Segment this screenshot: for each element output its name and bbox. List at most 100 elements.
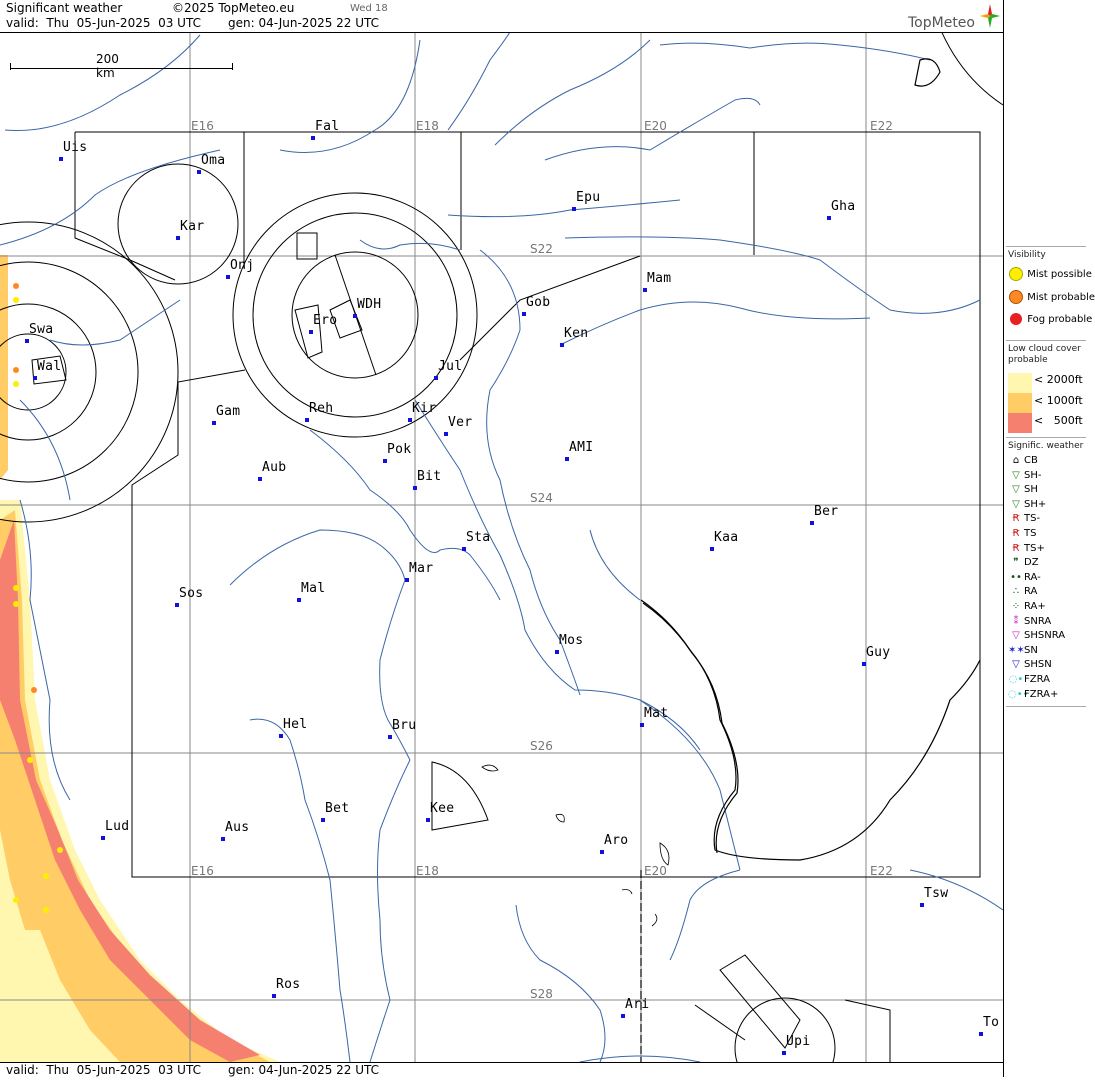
legend-label: TS+: [1024, 542, 1045, 554]
legend-separator: [1006, 706, 1086, 707]
lat-label-s24: S24: [530, 491, 553, 505]
legend-sh: ▽ SH: [1008, 484, 1038, 498]
map-footer: valid: Thu 05-Jun-2025 03 UTC gen: 04-Ju…: [0, 1062, 1003, 1078]
legend-label: FZRA+: [1024, 688, 1059, 700]
legend-ts: Ꞧ TS-: [1008, 513, 1041, 527]
lon-label-bottom-e16: E16: [191, 864, 214, 878]
legend-label: FZRA: [1024, 674, 1050, 685]
legend-ts: Ꞧ TS: [1008, 528, 1037, 542]
map-canvas: [0, 0, 1004, 1081]
lat-label-s28: S28: [530, 987, 553, 1001]
lat-label-s26: S26: [530, 739, 553, 753]
legend-label: RA+: [1024, 601, 1046, 612]
legend-label: SH: [1024, 484, 1038, 496]
cloud-cover-legend: < 2000ft < 1000ft < 500ft: [1008, 373, 1086, 433]
legend-label: RA-: [1024, 571, 1041, 583]
legend-label: SH+: [1024, 498, 1047, 510]
rivers: [0, 31, 1004, 1063]
legend-ra: ⁘ RA+: [1008, 601, 1046, 615]
fzra-icon: ◌••: [1008, 688, 1029, 700]
legend-sh: ▽ SH-: [1008, 470, 1041, 484]
legend-label: TS-: [1024, 513, 1041, 525]
legend-label: SNRA: [1024, 615, 1052, 627]
scale-label: 200 km: [96, 52, 119, 80]
lon-label-top-e16: E16: [191, 119, 214, 133]
sh-icon: ▽: [1012, 469, 1020, 481]
ra-icon: ∴: [1012, 586, 1020, 598]
legend-mist-probable: Mist probable: [1008, 290, 1095, 304]
legend-label: DZ: [1024, 557, 1039, 569]
sn-icon: ✶✶: [1008, 644, 1025, 656]
legend-label: CB: [1024, 455, 1038, 466]
cloud-500-swatch: [1008, 413, 1032, 433]
lon-label-top-e18: E18: [416, 119, 439, 133]
lat-lon-grid: [0, 32, 1003, 1062]
fog-probable-icon: [1010, 313, 1022, 325]
compass-logo-icon: [980, 4, 1000, 28]
lon-label-top-e20: E20: [644, 119, 667, 133]
cloud-1000-label: < 1000ft: [1034, 394, 1083, 407]
cb-icon: ⌂: [1012, 455, 1020, 466]
lon-label-top-e22: E22: [870, 119, 893, 133]
legend-label: SH-: [1024, 469, 1042, 481]
ts-icon: Ꞧ: [1012, 542, 1020, 554]
legend-label: SHSNRA: [1024, 630, 1066, 642]
legend-sh: ▽ SH+: [1008, 499, 1046, 513]
shsn-icon: ▽: [1012, 659, 1020, 671]
footer-valid-time: valid: Thu 05-Jun-2025 03 UTC: [6, 1063, 201, 1077]
mist-possible-icon: [1009, 267, 1023, 281]
legend-separator: [1006, 437, 1086, 438]
sh-icon: ▽: [1012, 484, 1020, 496]
ts-icon: Ꞧ: [1012, 528, 1020, 539]
weekday-tag: Wed 18: [350, 3, 388, 14]
legend-cb: ⌂ CB: [1008, 455, 1038, 469]
cloud-1000-swatch: [1008, 393, 1032, 413]
brand-name: TopMeteo: [908, 15, 975, 31]
legend-ra: •• RA-: [1008, 572, 1041, 586]
legend-label: TS: [1024, 528, 1037, 539]
legend-separator: [1006, 246, 1086, 247]
map-header: Significant weather ©2025 TopMeteo.eu We…: [0, 0, 1003, 33]
lon-label-bottom-e20: E20: [644, 864, 667, 878]
shsnra-icon: ▽: [1012, 630, 1020, 642]
legend-shsnra: ▽ SHSNRA: [1008, 630, 1065, 644]
sigwx-title: Signific. weather: [1008, 441, 1084, 451]
legend-ra: ∴ RA: [1008, 586, 1038, 600]
lon-label-bottom-e22: E22: [870, 864, 893, 878]
sh-icon: ▽: [1012, 498, 1020, 510]
airspace-boundaries: [0, 0, 1004, 1081]
ts-icon: Ꞧ: [1012, 513, 1020, 525]
legend-dz: ❞ DZ: [1008, 557, 1039, 571]
dz-icon: ❞: [1013, 557, 1019, 569]
visibility-title: Visibility: [1008, 250, 1046, 260]
snra-icon: ⁑: [1013, 615, 1019, 627]
legend-ts: Ꞧ TS+: [1008, 543, 1045, 557]
generated-time: gen: 04-Jun-2025 22 UTC: [228, 16, 380, 30]
copyright: ©2025 TopMeteo.eu: [172, 1, 295, 15]
fzra-icon: ◌•: [1008, 674, 1024, 685]
legend-mist-possible: Mist possible: [1008, 267, 1092, 281]
lon-label-bottom-e18: E18: [416, 864, 439, 878]
valid-time: valid: Thu 05-Jun-2025 03 UTC: [6, 16, 201, 30]
legend-snra: ⁑ SNRA: [1008, 615, 1052, 630]
ra-icon: ⁘: [1011, 601, 1021, 612]
legend-panel: Visibility Mist possible Mist probable F…: [1003, 0, 1095, 1077]
cloud-2000-swatch: [1008, 373, 1032, 393]
legend-label: SN: [1024, 644, 1038, 656]
cloud-2000-label: < 2000ft: [1034, 373, 1083, 386]
country-borders: [640, 58, 981, 1062]
legend-label: RA: [1024, 586, 1038, 598]
legend-label: SHSN: [1024, 659, 1052, 671]
cloud-title: Low cloud cover probable: [1008, 344, 1081, 365]
cloud-500-label: < 500ft: [1034, 414, 1083, 427]
legend-fog-probable: Fog probable: [1008, 313, 1092, 327]
mist-probable-icon: [1009, 290, 1023, 304]
legend-fzra: ◌•FZRA: [1008, 674, 1050, 688]
ra-icon: ••: [1010, 571, 1022, 583]
map-title: Significant weather: [6, 1, 123, 15]
legend-sn: ✶✶SN: [1008, 645, 1038, 659]
legend-separator: [1006, 340, 1086, 341]
scale-line: [10, 63, 233, 70]
footer-generated-time: gen: 04-Jun-2025 22 UTC: [228, 1063, 380, 1077]
weather-map[interactable]: [0, 0, 1004, 1081]
